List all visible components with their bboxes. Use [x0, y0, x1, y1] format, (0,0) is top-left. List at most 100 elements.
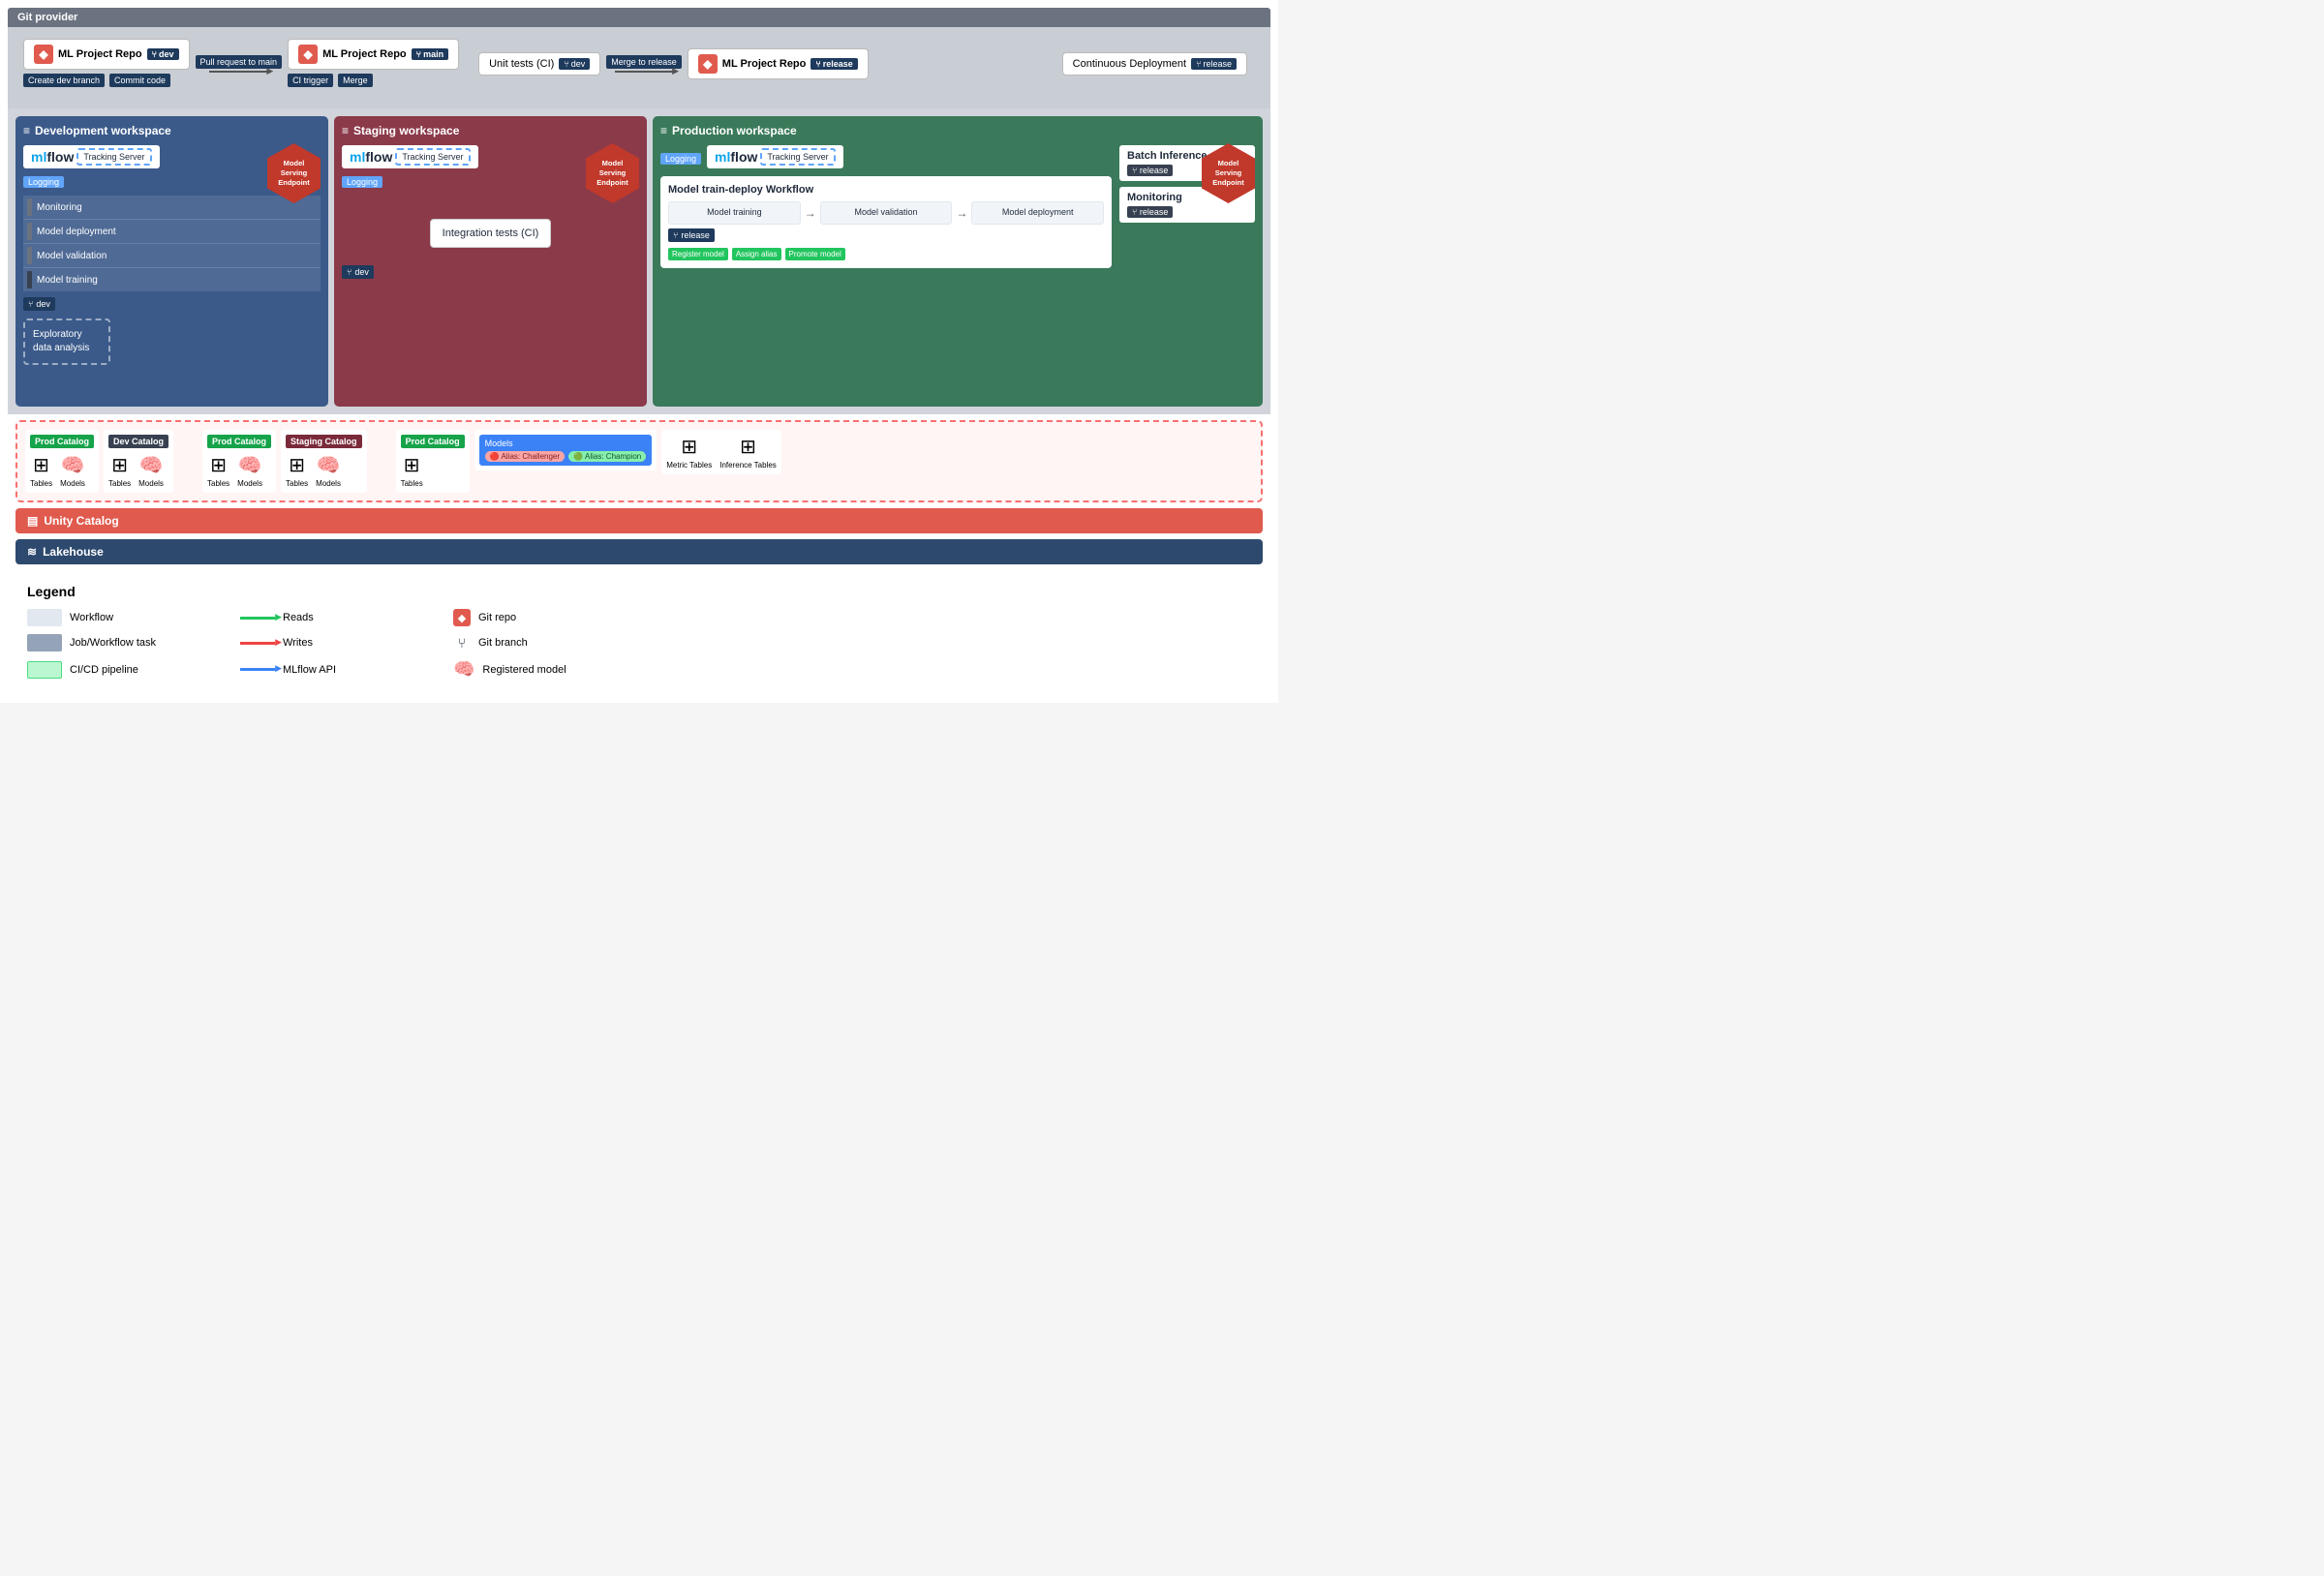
wf-rect-train — [27, 271, 32, 288]
catalogs-row: Prod Catalog ⊞ Tables 🧠 Models Dev Catal… — [25, 430, 1253, 493]
inference-tables-label: Inference Tables — [719, 461, 777, 470]
dev-models-label: Models — [138, 479, 164, 488]
prod-mlflow-logo: mlflow — [715, 149, 757, 165]
dev-ws-title: ≡ Development workspace — [23, 124, 321, 137]
unit-tests-branch: ⑂ dev — [559, 58, 590, 70]
legend-cicd: CI/CD pipeline — [27, 659, 221, 680]
staging-stack-icon: ≡ — [342, 124, 349, 137]
staging-branch-tag: ⑂ dev — [342, 265, 374, 279]
prod-cat-staging-icons: ⊞ Tables 🧠 Models — [207, 453, 271, 488]
prod-catalog-main: Prod Catalog ⊞ Tables — [396, 430, 470, 493]
dev-tracking-server: Tracking Server — [76, 148, 151, 166]
step-deployment: Model deployment — [971, 201, 1104, 225]
legend-area: Legend Workflow Reads ◆ Git repo Job/Wor… — [8, 568, 1270, 695]
git-provider-bar: Git provider — [8, 8, 1270, 27]
legend-job-box — [27, 634, 62, 652]
unity-catalog-row: ▤ Unity Catalog — [15, 508, 1263, 533]
models-special-box: Models 🔴 Alias: Challenger 🟢 Alias: Cham… — [474, 430, 657, 470]
metric-tables-label: Metric Tables — [666, 461, 712, 470]
prod-left: Logging mlflow Tracking Server Model tra… — [660, 145, 1112, 268]
metric-tables: ⊞ Metric Tables — [666, 435, 712, 470]
metric-tables-box: ⊞ Metric Tables ⊞ Inference Tables — [661, 430, 781, 474]
legend-reads-label: Reads — [283, 612, 314, 623]
wf-rect-monitoring — [27, 198, 32, 216]
legend-workflow-label: Workflow — [70, 612, 113, 623]
step-validation: Model validation — [820, 201, 953, 225]
legend-cicd-label: CI/CD pipeline — [70, 664, 138, 676]
dev-sub-tags: Create dev branch Commit code — [23, 74, 170, 89]
step-arrow-1: → — [805, 206, 816, 220]
dev-logging: Logging — [23, 176, 64, 188]
prod-cat-models: 🧠 Models — [60, 453, 85, 488]
wf-model-val: Model validation — [23, 244, 321, 268]
continuous-deployment: Continuous Deployment ⑂ release — [1062, 52, 1247, 76]
integration-tests-label: Integration tests (CI) — [443, 227, 539, 239]
legend-model-icon: 🧠 — [453, 659, 474, 680]
legend-gitbranch: ⑂ Git branch — [453, 634, 647, 652]
arrow-line-2 — [615, 71, 673, 73]
dev-catalog: Dev Catalog ⊞ Tables 🧠 Models — [104, 430, 173, 493]
dev-tables-label: Tables — [108, 479, 131, 488]
metric-inference-icons: ⊞ Metric Tables ⊞ Inference Tables — [666, 435, 777, 470]
prod-stag-models: 🧠 Models — [237, 453, 262, 488]
monitor-release-tag: ⑂ release — [1127, 206, 1173, 218]
dev-branch-tag: ⑂ dev — [23, 297, 55, 311]
catalogs-area: Prod Catalog ⊞ Tables 🧠 Models Dev Catal… — [15, 420, 1263, 502]
register-model: Register model — [668, 248, 728, 260]
git-provider-label: Git provider — [17, 12, 77, 23]
repo-dev-name: ML Project Repo — [58, 48, 142, 60]
branch-dev: ⑂ dev — [147, 48, 179, 60]
dev-mlflow-logo: mlflow — [31, 149, 74, 165]
dev-tables-icon: ⊞ — [111, 453, 128, 477]
staging-logging: Logging — [342, 176, 382, 188]
lakehouse-row: ≋ Lakehouse — [15, 539, 1263, 564]
prod-models-label: Models — [60, 479, 85, 488]
staging-workspace: ≡ Staging workspace mlflow Tracking Serv… — [334, 116, 647, 407]
lakehouse-icon: ≋ — [27, 545, 37, 559]
prod-tracking-server: Tracking Server — [760, 148, 835, 166]
prod-catalog-staging-title: Prod Catalog — [207, 435, 271, 448]
legend-title: Legend — [27, 584, 1251, 599]
step-training: Model training — [668, 201, 801, 225]
dev-mlflow-box: mlflow Tracking Server — [23, 145, 160, 168]
repo-release-name: ML Project Repo — [722, 58, 807, 70]
repo-main-name: ML Project Repo — [322, 48, 407, 60]
legend-writes: Writes — [240, 634, 434, 652]
arrow-pr-to-main: Pull request to main — [196, 55, 283, 73]
dev-workspace: ≡ Development workspace mlflow Tracking … — [15, 116, 328, 407]
staging-mlflow-logo: mlflow — [350, 149, 392, 165]
prod-main-tables: ⊞ Tables — [401, 453, 423, 488]
prod-branch-tag: ⑂ release — [668, 228, 715, 242]
staging-mlflow-box: mlflow Tracking Server — [342, 145, 478, 168]
promote-model: Promote model — [785, 248, 845, 260]
dev-models-icon: 🧠 — [139, 453, 164, 477]
prod-catalog-dev-icons: ⊞ Tables 🧠 Models — [30, 453, 94, 488]
wf-train-label: Model training — [37, 275, 98, 286]
arrow-line-1 — [209, 71, 267, 73]
legend-model: 🧠 Registered model — [453, 659, 647, 680]
legend-workflow-box — [27, 609, 62, 626]
legend-mlflow: MLflow API — [240, 659, 434, 680]
legend-gitrepo: ◆ Git repo — [453, 609, 647, 626]
legend-mlflow-arrow — [240, 668, 275, 671]
unit-tests-ci: Unit tests (CI) ⑂ dev — [478, 52, 600, 76]
unity-catalog-label: Unity Catalog — [44, 514, 118, 528]
integration-tests: Integration tests (CI) — [430, 219, 552, 248]
branch-main: ⑂ main — [412, 48, 448, 60]
legend-reads: Reads — [240, 609, 434, 626]
wf-rect-deploy — [27, 223, 32, 240]
git-icon-dev: ◆ — [34, 45, 53, 64]
train-deploy-box: Model train-deploy Workflow Model traini… — [660, 176, 1112, 268]
alias-row: 🔴 Alias: Challenger 🟢 Alias: Champion — [485, 451, 647, 462]
prod-main-icons: ⊞ Tables — [401, 453, 465, 488]
inference-tables: ⊞ Inference Tables — [719, 435, 777, 470]
legend-job-label: Job/Workflow task — [70, 637, 156, 649]
wf-deploy-label: Model deployment — [37, 227, 116, 237]
wf-model-train: Model training — [23, 268, 321, 291]
main-wrapper: Git provider ◆ ML Project Repo ⑂ dev Cre… — [0, 0, 1278, 703]
staging-hexagon: Model Serving Endpoint — [586, 143, 639, 203]
stag-tables: ⊞ Tables — [286, 453, 308, 488]
staging-catalog-title: Staging Catalog — [286, 435, 362, 448]
prod-workspace: ≡ Production workspace Logging mlflow Tr… — [653, 116, 1263, 407]
prod-catalog-dev-title: Prod Catalog — [30, 435, 94, 448]
